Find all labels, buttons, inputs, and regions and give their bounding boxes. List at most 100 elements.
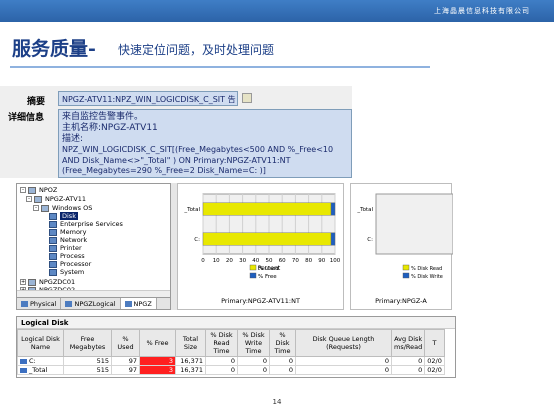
legend-label: % Used [258, 266, 279, 272]
column-header[interactable]: Total Size [175, 329, 206, 357]
x-tick-label: 10 [213, 258, 220, 264]
legend-swatch [402, 272, 410, 279]
computer-icon [28, 278, 36, 286]
column-header[interactable]: % Disk Write Time [237, 329, 270, 357]
cell: 02/0 [424, 365, 445, 375]
cell: 515 [63, 356, 112, 366]
tab-npgz[interactable]: NPGZ [120, 298, 157, 309]
column-header[interactable]: % Disk Time [269, 329, 296, 357]
legend-swatch [249, 264, 257, 271]
table-row[interactable]: _Total 515 97 3 16,371 0 0 0 0 0 02/0 [17, 365, 445, 375]
x-tick-label: 60 [279, 258, 286, 264]
legend-swatch [249, 272, 257, 279]
title-divider [10, 66, 430, 68]
tree-item-host[interactable]: - NPGZ-ATV11 [26, 195, 86, 203]
slide-title: 服务质量- [12, 38, 96, 60]
detail-line: AND Disk_Name<>"_Total" ) ON Primary:NPG… [62, 155, 291, 165]
x-tick-label: 90 [318, 258, 325, 264]
disk-link-icon[interactable] [20, 358, 27, 364]
tree-item-system[interactable]: System [49, 268, 84, 276]
cell: 97 [111, 356, 140, 366]
tree-item-printer[interactable]: Printer [49, 244, 82, 252]
space-usage-chart-panel: 0 10 20 30 40 50 60 70 80 90 100 Percent _Total C:% U… [177, 183, 344, 310]
y-tick-label: C: [367, 237, 373, 243]
cell: 02/0 [424, 356, 445, 366]
tree-item-enterprise-services[interactable]: Enterprise Services [49, 220, 123, 228]
column-header[interactable]: T [424, 329, 445, 357]
summary-expand-button[interactable] [242, 93, 252, 103]
attribute-group-icon [49, 260, 57, 268]
cell: 0 [269, 356, 296, 366]
detail-line: 来自监控告警事件。 [62, 112, 144, 122]
bar-segment [202, 232, 332, 246]
collapse-icon[interactable]: - [20, 187, 26, 193]
column-header[interactable]: % Used [111, 329, 140, 357]
detail-line: 主机名称:NPGZ-ATV11 [62, 123, 158, 133]
y-tick-label: C: [194, 237, 200, 243]
disk-icon [49, 212, 57, 220]
cell: 0 [295, 365, 392, 375]
slide-subtitle: 快速定位问题，及时处理问题 [118, 43, 275, 57]
attribute-group-icon [49, 236, 57, 244]
cell: 0 [390, 365, 426, 375]
tab-npgzlogical[interactable]: NPGZLogical [61, 298, 121, 309]
column-header[interactable]: Free Megabytes [63, 329, 112, 357]
cell-alert: 3 [139, 365, 176, 375]
company-name: 上海晶晨信息科技有限公司 [434, 7, 530, 15]
detail-line: (Free_Megabytes=290 %_Free=2 Disk_Name=C… [62, 166, 266, 175]
tree-item-processor[interactable]: Processor [49, 260, 91, 268]
navigator-tree: - NPOZ - NPGZ-ATV11 - Windows OS Disk Enter… [16, 183, 171, 310]
disk-link-icon[interactable] [20, 367, 27, 373]
x-tick-label: 20 [226, 258, 233, 264]
attribute-group-icon [49, 252, 57, 260]
cell: 16,371 [175, 356, 206, 366]
column-header[interactable]: % Disk Read Time [205, 329, 238, 357]
tab-physical[interactable]: Physical [17, 298, 62, 309]
attribute-group-icon [49, 244, 57, 252]
cell: 0 [390, 356, 426, 366]
table-header-row: Logical Disk Name Free Megabytes % Used … [17, 329, 445, 357]
detail-textarea[interactable]: 来自监控告警事件。 主机名称:NPGZ-ATV11 描述: NPZ_WIN_LO… [58, 109, 352, 178]
detail-label: 详细信息 [8, 113, 45, 123]
attribute-group-icon [49, 220, 57, 228]
cell: 0 [205, 365, 238, 375]
summary-field[interactable]: NPGZ-ATV11:NPZ_WIN_LOGICDISK_C_SIT 告 [58, 91, 238, 106]
x-tick-label: 70 [292, 258, 299, 264]
tree-item-windows-os[interactable]: - Windows OS [33, 204, 92, 212]
horizontal-scrollbar[interactable] [17, 290, 170, 297]
cell: 0 [269, 365, 296, 375]
column-header[interactable]: Disk Queue Length (Requests) [295, 329, 392, 357]
tree-item-network[interactable]: Network [49, 236, 87, 244]
cell-disk-name: C: [17, 356, 64, 366]
cell: 0 [237, 356, 270, 366]
tree-item-process[interactable]: Process [49, 252, 85, 260]
os-icon [41, 204, 49, 212]
table-row[interactable]: C: 515 97 3 16,371 0 0 0 0 0 02/0 [17, 356, 445, 366]
tree-item-npgzdc01[interactable]: + NPGZDC01 [20, 278, 75, 286]
cell: 0 [237, 365, 270, 375]
tree-item-memory[interactable]: Memory [49, 228, 86, 236]
attribute-group-icon [49, 268, 57, 276]
cell-alert: 3 [139, 356, 176, 366]
disk-time-chart-panel: _Total C: % Disk Read % Disk Write Primary:… [350, 183, 453, 310]
x-tick-label: 40 [252, 258, 259, 264]
x-tick-label: 100 [330, 258, 341, 264]
cell: 97 [111, 365, 140, 375]
expand-icon[interactable]: + [20, 279, 26, 285]
alert-detail-panel: 摘要 NPGZ-ATV11:NPZ_WIN_LOGICDISK_C_SIT 告 … [0, 86, 352, 178]
collapse-icon[interactable]: - [33, 205, 39, 211]
column-header[interactable]: Logical Disk Name [17, 329, 64, 357]
disk-time-chart: _Total C: % Disk Read % Disk Write [356, 193, 453, 280]
x-tick-label: 0 [201, 258, 205, 264]
view-tabs: Physical NPGZLogical NPGZ [17, 297, 170, 309]
tree-item-npoz[interactable]: - NPOZ [20, 186, 57, 194]
computer-icon [34, 195, 42, 203]
view-icon [124, 300, 132, 307]
cell: 0 [205, 356, 238, 366]
collapse-icon[interactable]: - [26, 196, 32, 202]
tree-item-disk[interactable]: Disk [49, 212, 78, 220]
legend-label: % Disk Write [411, 274, 443, 280]
column-header[interactable]: % Free [139, 329, 176, 357]
space-usage-chart: 0 10 20 30 40 50 60 70 80 90 100Percent_TotalC:% U… [183, 193, 341, 280]
column-header[interactable]: Avg Disk ms/Read [390, 329, 426, 357]
